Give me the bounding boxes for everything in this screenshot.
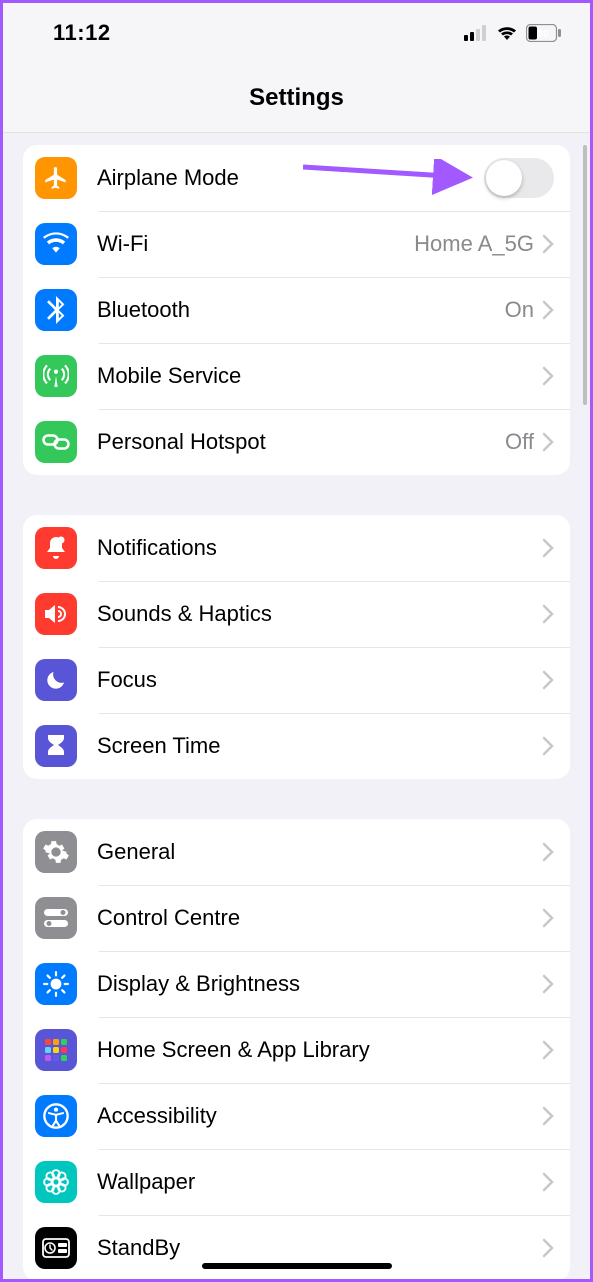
accessibility-label: Accessibility [97, 1103, 542, 1129]
clock-icon [35, 1227, 77, 1269]
bluetooth-icon [35, 289, 77, 331]
wallpaper-label: Wallpaper [97, 1169, 542, 1195]
chevron-icon [542, 538, 554, 558]
bluetooth-row[interactable]: Bluetooth On [23, 277, 570, 343]
bluetooth-label: Bluetooth [97, 297, 505, 323]
notifications-label: Notifications [97, 535, 542, 561]
wifi-row[interactable]: Wi-Fi Home A_5G [23, 211, 570, 277]
chevron-icon [542, 908, 554, 928]
home-label: Home Screen & App Library [97, 1037, 542, 1063]
cellular-icon [464, 25, 488, 41]
notifications-row[interactable]: Notifications [23, 515, 570, 581]
airplane-mode-label: Airplane Mode [97, 165, 484, 191]
settings-screen: 11:12 30 Settings Airplane Mode Wi-Fi Ho… [3, 3, 590, 1279]
hotspot-detail: Off [505, 429, 534, 455]
notify-group: Notifications Sounds & Haptics Focus Scr… [23, 515, 570, 779]
chevron-icon [542, 736, 554, 756]
link-icon [35, 421, 77, 463]
general-group: General Control Centre Display & Brightn… [23, 819, 570, 1279]
airplane-mode-row[interactable]: Airplane Mode [23, 145, 570, 211]
chevron-icon [542, 234, 554, 254]
hotspot-label: Personal Hotspot [97, 429, 505, 455]
control-label: Control Centre [97, 905, 542, 931]
hotspot-row[interactable]: Personal Hotspot Off [23, 409, 570, 475]
battery-icon: 30 [526, 24, 562, 42]
chevron-icon [542, 1106, 554, 1126]
home-indicator[interactable] [202, 1263, 392, 1269]
bluetooth-detail: On [505, 297, 534, 323]
focus-row[interactable]: Focus [23, 647, 570, 713]
nav-header: Settings [3, 63, 590, 133]
scroll-indicator [583, 145, 587, 405]
chevron-icon [542, 1040, 554, 1060]
sun-icon [35, 963, 77, 1005]
mobile-label: Mobile Service [97, 363, 542, 389]
display-label: Display & Brightness [97, 971, 542, 997]
home-screen-row[interactable]: Home Screen & App Library [23, 1017, 570, 1083]
focus-label: Focus [97, 667, 542, 693]
status-bar: 11:12 30 [3, 3, 590, 63]
chevron-icon [542, 300, 554, 320]
wifi-detail: Home A_5G [414, 231, 534, 257]
antenna-icon [35, 355, 77, 397]
network-group: Airplane Mode Wi-Fi Home A_5G Bluetooth … [23, 145, 570, 475]
wifi-icon [496, 25, 518, 41]
bell-icon [35, 527, 77, 569]
screentime-label: Screen Time [97, 733, 542, 759]
general-label: General [97, 839, 542, 865]
hourglass-icon [35, 725, 77, 767]
wifi-settings-icon [35, 223, 77, 265]
chevron-icon [542, 432, 554, 452]
gear-icon [35, 831, 77, 873]
moon-icon [35, 659, 77, 701]
chevron-icon [542, 604, 554, 624]
app-grid-icon [35, 1029, 77, 1071]
sounds-label: Sounds & Haptics [97, 601, 542, 627]
screentime-row[interactable]: Screen Time [23, 713, 570, 779]
standby-label: StandBy [97, 1235, 542, 1261]
chevron-icon [542, 1238, 554, 1258]
display-row[interactable]: Display & Brightness [23, 951, 570, 1017]
chevron-icon [542, 670, 554, 690]
status-time: 11:12 [53, 20, 111, 46]
flower-icon [35, 1161, 77, 1203]
airplane-icon [35, 157, 77, 199]
standby-row[interactable]: StandBy [23, 1215, 570, 1279]
chevron-icon [542, 974, 554, 994]
sliders-icon [35, 897, 77, 939]
svg-text:30: 30 [537, 29, 549, 40]
control-centre-row[interactable]: Control Centre [23, 885, 570, 951]
sounds-row[interactable]: Sounds & Haptics [23, 581, 570, 647]
mobile-service-row[interactable]: Mobile Service [23, 343, 570, 409]
speaker-icon [35, 593, 77, 635]
chevron-icon [542, 366, 554, 386]
wifi-label: Wi-Fi [97, 231, 414, 257]
settings-list[interactable]: Airplane Mode Wi-Fi Home A_5G Bluetooth … [3, 133, 590, 1279]
status-indicators: 30 [464, 24, 562, 42]
accessibility-icon [35, 1095, 77, 1137]
page-title: Settings [249, 84, 344, 112]
wallpaper-row[interactable]: Wallpaper [23, 1149, 570, 1215]
general-row[interactable]: General [23, 819, 570, 885]
accessibility-row[interactable]: Accessibility [23, 1083, 570, 1149]
airplane-mode-toggle[interactable] [484, 158, 554, 198]
chevron-icon [542, 1172, 554, 1192]
chevron-icon [542, 842, 554, 862]
